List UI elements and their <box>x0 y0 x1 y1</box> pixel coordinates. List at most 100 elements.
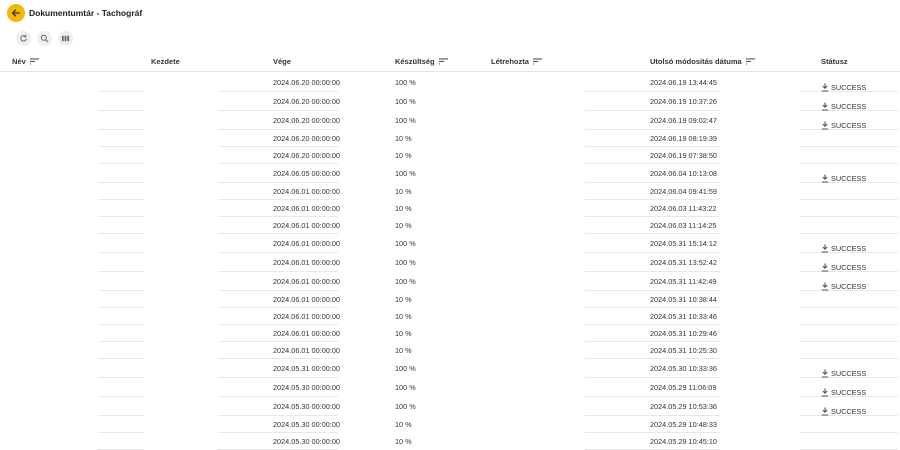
table-row[interactable]: 2024.05.31 00:00:00 100 % 2024.05.30 10:33… <box>0 359 900 378</box>
cell-keszultseg: 100 % <box>395 116 416 125</box>
cell-vege: 2024.06.01 00:00:00 <box>273 277 340 286</box>
download-icon[interactable] <box>821 83 829 92</box>
download-icon[interactable] <box>821 244 829 253</box>
column-header-label: Létrehozta <box>491 57 529 66</box>
column-header-label: Név <box>12 57 26 66</box>
status-badge: SUCCESS <box>831 388 867 397</box>
table-row[interactable]: 2024.06.01 00:00:00 10 % 2024.06.03 11:43:… <box>0 200 900 217</box>
table-row[interactable]: 2024.06.01 00:00:00 100 % 2024.05.31 11:42… <box>0 272 900 291</box>
cell-utolso: 2024.05.31 10:25:30 <box>650 346 717 355</box>
table-row[interactable]: 2024.06.20 00:00:00 10 % 2024.06.19 07:38:… <box>0 147 900 164</box>
cell-keszultseg: 10 % <box>395 437 412 446</box>
column-header-label: Utolsó módosítás dátuma <box>650 57 742 66</box>
status-badge: SUCCESS <box>831 121 867 130</box>
column-header-label: Készültség <box>395 57 435 66</box>
table-row[interactable]: 2024.06.20 00:00:00 10 % 2024.06.19 08:19:… <box>0 130 900 147</box>
table-row[interactable]: 2024.06.01 00:00:00 10 % 2024.05.31 10:33:… <box>0 308 900 325</box>
column-header-nev[interactable]: Név <box>12 52 39 71</box>
cell-vege: 2024.06.01 00:00:00 <box>273 187 340 196</box>
cell-utolso: 2024.06.19 10:37:26 <box>650 97 717 106</box>
cell-keszultseg: 100 % <box>395 277 416 286</box>
table-row[interactable]: 2024.06.01 00:00:00 100 % 2024.05.31 13:52… <box>0 253 900 272</box>
sort-icon[interactable] <box>745 58 755 65</box>
cell-utolso: 2024.05.31 13:52:42 <box>650 258 717 267</box>
cell-utolso: 2024.06.04 09:41:59 <box>650 187 717 196</box>
refresh-button[interactable] <box>16 31 31 46</box>
cell-keszultseg: 100 % <box>395 258 416 267</box>
status-cell: SUCCESS <box>821 397 866 416</box>
download-icon[interactable] <box>821 174 829 183</box>
cell-vege: 2024.06.01 00:00:00 <box>273 221 340 230</box>
arrow-left-icon <box>11 9 21 17</box>
cell-utolso: 2024.06.04 10:13:08 <box>650 169 717 178</box>
cell-utolso: 2024.06.19 08:19:39 <box>650 134 717 143</box>
download-icon[interactable] <box>821 282 829 291</box>
cell-keszultseg: 10 % <box>395 134 412 143</box>
table-row[interactable]: 2024.06.01 00:00:00 10 % 2024.06.04 09:41:… <box>0 183 900 200</box>
table-header: Név Kezdete Vége Készültség Létrehozta Utolsó… <box>0 52 900 72</box>
status-badge: SUCCESS <box>831 102 867 111</box>
status-cell: SUCCESS <box>821 378 866 397</box>
table-row[interactable]: 2024.05.30 00:00:00 100 % 2024.05.29 11:06… <box>0 378 900 397</box>
table-row[interactable]: 2024.05.30 00:00:00 100 % 2024.05.29 10:53… <box>0 397 900 416</box>
sort-icon[interactable] <box>438 58 448 65</box>
cell-keszultseg: 100 % <box>395 383 416 392</box>
sort-icon[interactable] <box>532 58 542 65</box>
cell-vege: 2024.05.30 00:00:00 <box>273 402 340 411</box>
cell-utolso: 2024.06.19 13:44:45 <box>650 77 717 87</box>
cell-keszultseg: 10 % <box>395 295 412 304</box>
search-button[interactable] <box>37 31 52 46</box>
download-icon[interactable] <box>821 263 829 272</box>
columns-icon <box>61 35 70 42</box>
column-header-utolso[interactable]: Utolsó módosítás dátuma <box>650 52 755 71</box>
cell-vege: 2024.06.20 00:00:00 <box>273 97 340 106</box>
cell-keszultseg: 10 % <box>395 420 412 429</box>
cell-utolso: 2024.06.03 11:43:22 <box>650 204 717 213</box>
column-header-keszultseg[interactable]: Készültség <box>395 52 448 71</box>
table-row[interactable]: 2024.05.30 00:00:00 10 % 2024.05.29 10:48:… <box>0 416 900 433</box>
table-row[interactable]: 2024.06.01 00:00:00 10 % 2024.05.31 10:29:… <box>0 325 900 342</box>
status-badge: SUCCESS <box>831 83 867 92</box>
cell-vege: 2024.06.01 00:00:00 <box>273 295 340 304</box>
cell-vege: 2024.06.01 00:00:00 <box>273 204 340 213</box>
status-badge: SUCCESS <box>831 174 867 183</box>
cell-utolso: 2024.05.29 10:48:33 <box>650 420 717 429</box>
cell-keszultseg: 10 % <box>395 221 412 230</box>
cell-keszultseg: 100 % <box>395 402 416 411</box>
download-icon[interactable] <box>821 369 829 378</box>
cell-keszultseg: 100 % <box>395 169 416 178</box>
table-row[interactable]: 2024.06.01 00:00:00 10 % 2024.05.31 10:38:… <box>0 291 900 308</box>
table-row[interactable]: 2024.06.20 00:00:00 100 % 2024.06.19 09:02… <box>0 111 900 130</box>
column-header-letrehozta[interactable]: Létrehozta <box>491 52 542 71</box>
columns-button[interactable] <box>58 31 73 46</box>
sort-icon[interactable] <box>29 58 39 65</box>
cell-keszultseg: 100 % <box>395 77 416 87</box>
refresh-icon <box>20 34 27 42</box>
status-cell: SUCCESS <box>821 92 866 111</box>
table-row[interactable]: 2024.06.20 00:00:00 100 % 2024.06.19 10:37… <box>0 92 900 111</box>
download-icon[interactable] <box>821 388 829 397</box>
download-icon[interactable] <box>821 407 829 416</box>
cell-utolso: 2024.05.31 10:33:46 <box>650 312 717 321</box>
column-header-vege: Vége <box>273 52 291 71</box>
download-icon[interactable] <box>821 102 829 111</box>
table-row[interactable]: 2024.06.20 00:00:00 100 % 2024.06.19 13:44… <box>0 72 900 92</box>
cell-utolso: 2024.05.31 10:38:44 <box>650 295 717 304</box>
cell-utolso: 2024.06.03 11:14:25 <box>650 221 717 230</box>
table-row[interactable]: 2024.06.01 00:00:00 10 % 2024.06.03 11:14:… <box>0 217 900 234</box>
title-bar: Dokumentumtár - Tachográf <box>7 3 142 23</box>
table-row[interactable]: 2024.06.05 00:00:00 100 % 2024.06.04 10:13… <box>0 164 900 183</box>
status-badge: SUCCESS <box>831 369 867 378</box>
cell-vege: 2024.06.20 00:00:00 <box>273 77 340 87</box>
page-title: Dokumentumtár - Tachográf <box>29 8 143 18</box>
download-icon[interactable] <box>821 121 829 130</box>
table-row[interactable]: 2024.06.01 00:00:00 100 % 2024.05.31 15:14… <box>0 234 900 253</box>
column-header-statusz: Státusz <box>821 52 848 71</box>
table-row[interactable]: 2024.05.30 00:00:00 10 % 2024.05.29 10:45:… <box>0 433 900 450</box>
cell-utolso: 2024.06.19 09:02:47 <box>650 116 717 125</box>
cell-vege: 2024.06.01 00:00:00 <box>273 312 340 321</box>
table-row[interactable]: 2024.06.01 00:00:00 10 % 2024.05.31 10:25:… <box>0 342 900 359</box>
status-badge: SUCCESS <box>831 244 867 253</box>
column-header-label: Kezdete <box>151 57 180 66</box>
back-button[interactable] <box>7 4 25 22</box>
